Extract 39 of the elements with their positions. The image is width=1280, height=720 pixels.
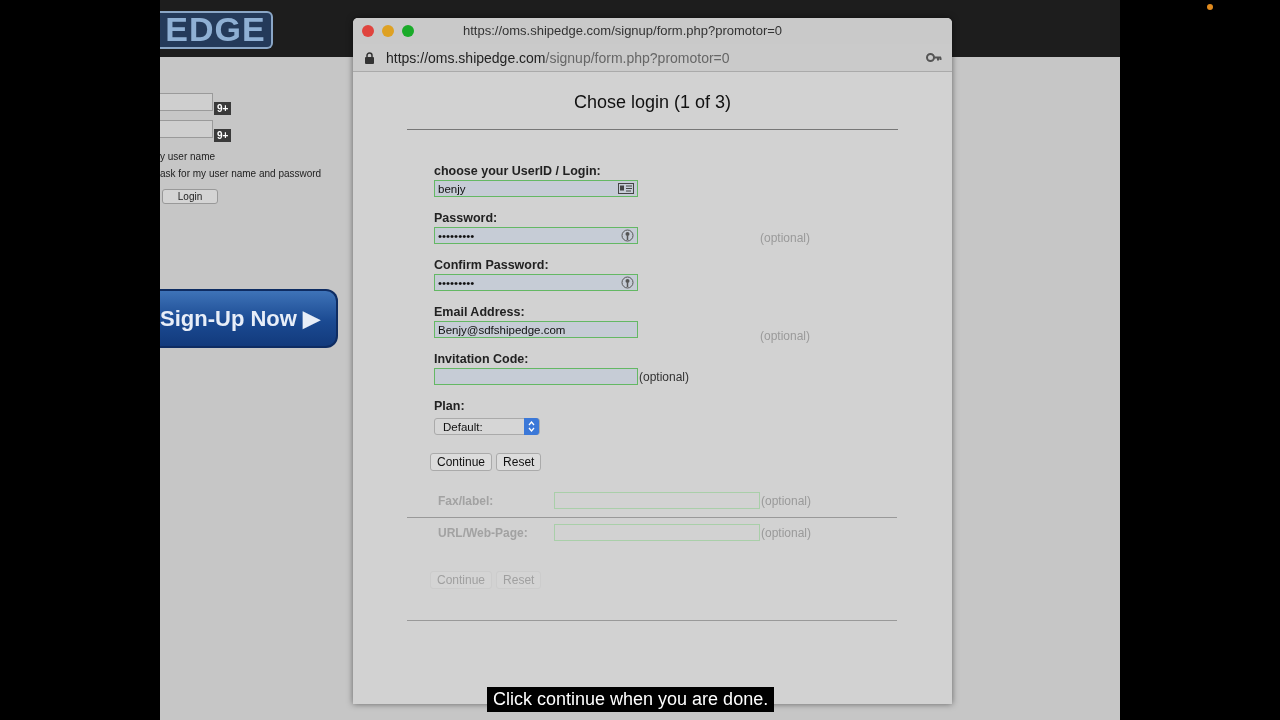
login-field[interactable] xyxy=(160,120,213,138)
optional-note: (optional) xyxy=(760,231,812,247)
remember-text: y user name xyxy=(160,151,217,164)
field-label: Email Address: xyxy=(434,305,526,320)
field-label: choose your UserID / Login: xyxy=(434,164,602,179)
input-field[interactable]: Benjy@sdfshipedge.com xyxy=(434,321,638,338)
caption: Click continue when you are done. xyxy=(487,687,775,712)
input-field[interactable] xyxy=(434,368,638,385)
minimize-icon[interactable] xyxy=(382,25,394,37)
contact-card-icon xyxy=(618,183,634,194)
optional-note: (optional) xyxy=(761,493,812,508)
reset-button[interactable]: Reset xyxy=(496,453,542,471)
field-label: Invitation Code: xyxy=(434,352,530,367)
optional-note: (optional) xyxy=(760,329,812,345)
password-manager-badge: 9+ xyxy=(214,102,232,115)
optional-note: (optional) xyxy=(639,369,690,384)
login-field[interactable] xyxy=(160,93,213,111)
field-label: Confirm Password: xyxy=(434,258,550,273)
password-manager-badge: 9+ xyxy=(214,129,232,142)
input-field[interactable]: benjy xyxy=(434,180,638,197)
page-heading: Chose login (1 of 3) xyxy=(572,92,733,112)
continue-button[interactable]: Continue xyxy=(430,453,493,471)
field-label: Plan: xyxy=(434,399,466,414)
maximize-icon[interactable] xyxy=(402,25,414,37)
field-label: Password: xyxy=(434,211,499,226)
stepper-icon xyxy=(528,421,535,432)
plan-dropdown[interactable]: Default: xyxy=(434,418,540,435)
ask-text: ask for my user name and password xyxy=(160,168,323,181)
sign-up-banner[interactable]: Sign-Up Now ▶ xyxy=(160,289,338,348)
login-button[interactable]: Login xyxy=(162,189,218,204)
input-field[interactable] xyxy=(554,524,760,541)
password-field[interactable]: ••••••••• xyxy=(434,274,638,291)
optional-note: (optional) xyxy=(761,525,812,540)
password-field[interactable]: ••••••••• xyxy=(434,227,638,244)
dot-icon xyxy=(1207,4,1213,10)
logo: EDGE xyxy=(160,10,273,49)
input-field[interactable] xyxy=(554,492,760,509)
close-icon[interactable] xyxy=(362,25,374,37)
window-title: https://oms.shipedge.com/signup/form.php?promotor=0 xyxy=(463,23,783,38)
